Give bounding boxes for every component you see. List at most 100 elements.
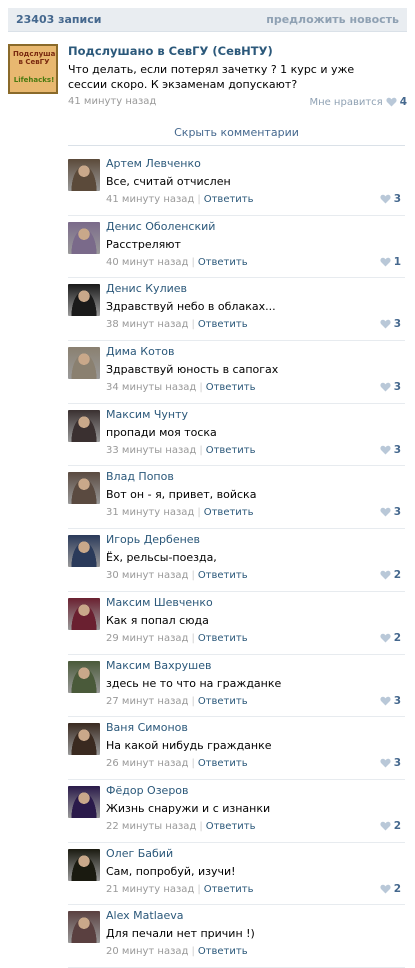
commenter-avatar[interactable]	[68, 535, 100, 568]
commenter-avatar[interactable]	[68, 723, 100, 756]
group-avatar[interactable]: Подслушано в СевГУ Lifehacks!	[8, 44, 58, 94]
comment-timestamp[interactable]: 20 минут назад	[106, 946, 188, 957]
group-name-link[interactable]: Подслушано в СевГУ (СевНТУ)	[68, 44, 273, 58]
comment-like-button[interactable]: 2	[380, 632, 401, 644]
comment-like-button[interactable]: 3	[380, 757, 401, 769]
comment-text: Здравствуй небо в облаках...	[106, 300, 276, 314]
comment-author-link[interactable]: Alex Matlaeva	[106, 909, 184, 922]
comment-like-count: 3	[393, 443, 401, 456]
comment-text: Расстреляют	[106, 237, 181, 251]
commenter-avatar[interactable]	[68, 660, 100, 693]
commenter-avatar[interactable]	[68, 472, 100, 505]
comment-meta: 20 минут назад | Ответить	[106, 946, 248, 957]
comment-author-link[interactable]: Артем Левченко	[106, 157, 201, 170]
commenter-avatar[interactable]	[68, 347, 100, 380]
post-count[interactable]: 23403 записи	[16, 13, 101, 26]
comment-timestamp[interactable]: 38 минут назад	[106, 319, 188, 330]
reply-link[interactable]: Ответить	[198, 696, 248, 707]
comment-timestamp[interactable]: 29 минут назад	[106, 633, 188, 644]
comment-text: Жизнь снаружи и с изнанки	[106, 801, 271, 815]
comment-author-link[interactable]: Денис Кулиев	[106, 282, 187, 295]
comment-like-button[interactable]: 3	[380, 695, 401, 707]
commenter-avatar[interactable]	[68, 597, 100, 630]
comment-like-count: 3	[393, 381, 401, 394]
comment-item: Ваня Симонов На какой нибудь гражданке 26 …	[68, 717, 405, 780]
comment-timestamp[interactable]: 30 минут назад	[106, 570, 188, 581]
comment-item: Игорь Дербенев Ёх, рельсы-поезда, 30 минут…	[68, 529, 405, 592]
wall-header: 23403 записи предложить новость	[8, 8, 407, 32]
comment-like-count: 3	[393, 757, 401, 770]
comment-like-count: 2	[393, 569, 401, 582]
meta-separator: |	[191, 632, 195, 644]
reply-link[interactable]: Ответить	[198, 257, 248, 268]
meta-separator: |	[199, 382, 203, 394]
comment-like-count: 2	[393, 631, 401, 644]
comment-meta: 30 минут назад | Ответить	[106, 570, 248, 581]
comment-author-link[interactable]: Влад Попов	[106, 470, 174, 483]
reply-link[interactable]: Ответить	[204, 884, 254, 895]
comment-like-button[interactable]: 2	[380, 569, 401, 581]
reply-link[interactable]: Ответить	[204, 507, 254, 518]
comment-timestamp[interactable]: 41 минуту назад	[106, 194, 194, 205]
commenter-avatar[interactable]	[68, 284, 100, 317]
comment-item: Олег Бабий Сам, попробуй, изучи! 21 минуту…	[68, 843, 405, 906]
comment-timestamp[interactable]: 26 минут назад	[106, 758, 188, 769]
comments-list: Артем Левченко Все, считай отчислен 41 мин…	[68, 153, 405, 968]
comment-like-button[interactable]: 3	[380, 318, 401, 330]
commenter-avatar[interactable]	[68, 848, 100, 881]
heart-icon	[380, 758, 391, 768]
comment-timestamp[interactable]: 27 минут назад	[106, 696, 188, 707]
comment-timestamp[interactable]: 40 минут назад	[106, 257, 188, 268]
comment-text: Как я попал сюда	[106, 613, 209, 627]
meta-separator: |	[191, 319, 195, 331]
comment-author-link[interactable]: Фёдор Озеров	[106, 784, 189, 797]
commenter-avatar[interactable]	[68, 785, 100, 818]
comment-timestamp[interactable]: 34 минуты назад	[106, 382, 196, 393]
reply-link[interactable]: Ответить	[198, 570, 248, 581]
commenter-avatar[interactable]	[68, 911, 100, 944]
reply-link[interactable]: Ответить	[198, 758, 248, 769]
commenter-avatar[interactable]	[68, 409, 100, 442]
comment-like-button[interactable]: 3	[380, 506, 401, 518]
comment-author-link[interactable]: Денис Оболенский	[106, 220, 215, 233]
heart-icon	[380, 320, 391, 329]
comment-meta: 40 минут назад | Ответить	[106, 257, 248, 268]
reply-link[interactable]: Ответить	[206, 445, 256, 456]
commenter-avatar[interactable]	[68, 159, 100, 191]
reply-link[interactable]: Ответить	[198, 319, 248, 330]
comment-like-button[interactable]: 1	[380, 256, 401, 268]
comment-author-link[interactable]: Олег Бабий	[106, 847, 173, 860]
comment-item: Фёдор Озеров Жизнь снаружи и с изнанки 22 …	[68, 780, 405, 843]
comment-author-link[interactable]: Игорь Дербенев	[106, 533, 200, 546]
comment-text: пропади моя тоска	[106, 425, 217, 439]
comment-like-button[interactable]: 2	[380, 883, 401, 895]
avatar-caption-bottom: Lifehacks!	[13, 76, 55, 84]
comment-author-link[interactable]: Ваня Симонов	[106, 721, 188, 734]
comment-author-link[interactable]: Максим Вахрушев	[106, 659, 211, 672]
comment-timestamp[interactable]: 31 минуту назад	[106, 507, 194, 518]
post-timestamp[interactable]: 41 минуту назад	[68, 96, 156, 107]
like-label: Мне нравится	[309, 96, 383, 108]
comment-author-link[interactable]: Максим Чунту	[106, 408, 188, 421]
comment-author-link[interactable]: Дима Котов	[106, 345, 174, 358]
comment-like-button[interactable]: 3	[380, 193, 401, 205]
reply-link[interactable]: Ответить	[198, 633, 248, 644]
reply-link[interactable]: Ответить	[204, 194, 254, 205]
reply-link[interactable]: Ответить	[206, 821, 256, 832]
commenter-avatar[interactable]	[68, 221, 100, 254]
reply-link[interactable]: Ответить	[198, 946, 248, 957]
comment-like-button[interactable]: 3	[380, 381, 401, 393]
comment-like-button[interactable]: 3	[380, 444, 401, 456]
comment-item: Дима Котов Здравствуй юность в сапогах 34 …	[68, 341, 405, 404]
comment-like-button[interactable]: 2	[380, 820, 401, 832]
comment-timestamp[interactable]: 33 минуты назад	[106, 445, 196, 456]
meta-separator: |	[191, 758, 195, 770]
suggest-news-link[interactable]: предложить новость	[266, 13, 399, 26]
hide-comments-link[interactable]: Скрыть комментарии	[68, 120, 405, 146]
comment-timestamp[interactable]: 21 минуту назад	[106, 884, 194, 895]
comment-author-link[interactable]: Максим Шевченко	[106, 596, 213, 609]
comment-text: Для печали нет причин !)	[106, 927, 255, 941]
comment-timestamp[interactable]: 22 минуты назад	[106, 821, 196, 832]
reply-link[interactable]: Ответить	[206, 382, 256, 393]
post-like-button[interactable]: Мне нравится 4	[309, 96, 407, 108]
